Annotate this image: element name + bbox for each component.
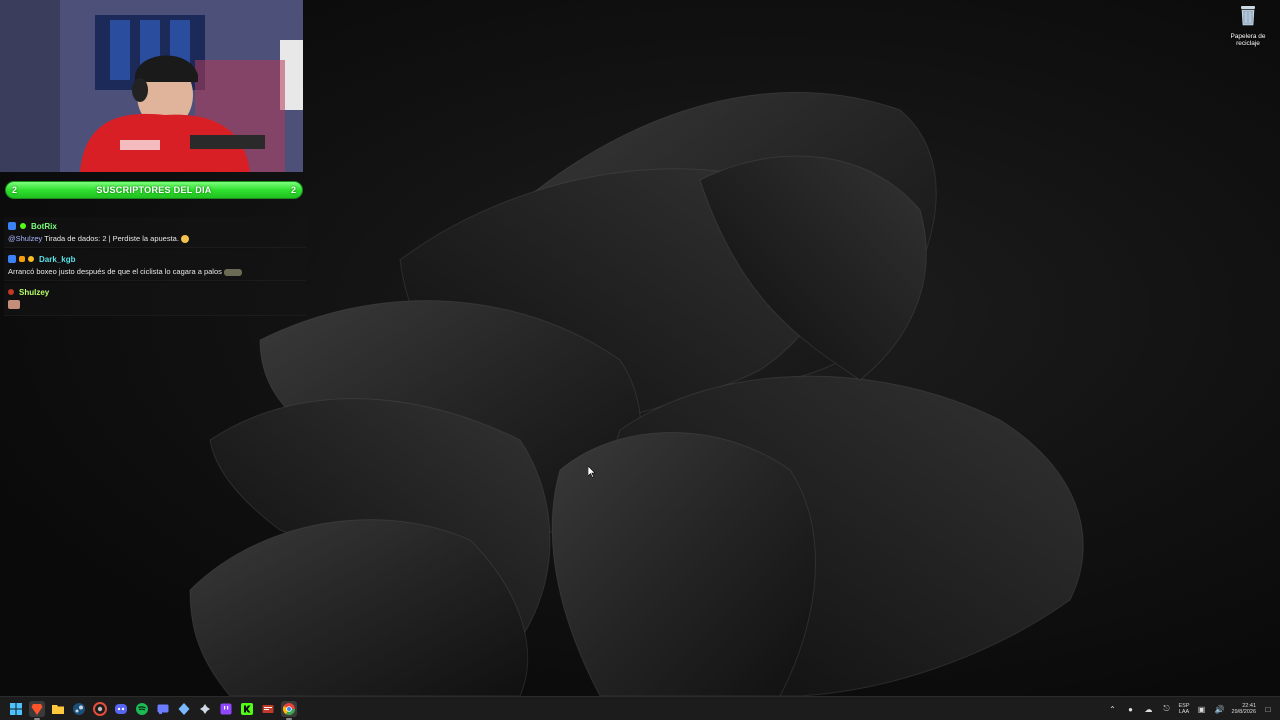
file-explorer-icon[interactable] xyxy=(50,701,66,717)
taskbar-apps xyxy=(0,700,297,720)
google-chrome-icon[interactable] xyxy=(281,700,297,720)
brave-icon[interactable] xyxy=(29,700,45,720)
microphone-icon[interactable]: ⎋ xyxy=(1161,703,1173,715)
emoji-badge-icon xyxy=(28,256,34,263)
volume-icon[interactable]: 🔊 xyxy=(1214,703,1226,715)
car-emote-icon xyxy=(223,268,242,276)
emote-icon xyxy=(180,235,189,244)
recycle-bin[interactable]: Papelera de reciclaje xyxy=(1224,4,1272,47)
chat-icon[interactable] xyxy=(155,701,171,717)
chat-username: Shulzey xyxy=(19,287,50,297)
chevron-up-icon[interactable]: ⌃ xyxy=(1107,703,1119,715)
subscriber-badge-icon xyxy=(8,255,16,264)
subscribers-of-the-day-bar: 2 SUSCRIPTORES DEL DIA 2 xyxy=(5,181,303,199)
notifications-icon[interactable]: □ xyxy=(1262,703,1274,715)
chat-mention: @Shulzey xyxy=(8,234,43,243)
vpn-icon[interactable] xyxy=(176,701,192,717)
chrome-like-icon[interactable] xyxy=(92,701,108,717)
chat-username: Dark_kgb xyxy=(39,254,76,264)
language-indicator[interactable]: ESP LAA xyxy=(1179,703,1190,715)
mouse-cursor-icon xyxy=(588,466,596,478)
spotify-icon[interactable] xyxy=(134,701,150,717)
controller-icon[interactable] xyxy=(197,701,213,717)
taskbar: ⌃ ● ☁ ⎋ ESP LAA ▣ 🔊 22:41 29/8/2026 □ xyxy=(0,696,1280,720)
chat-text: @Shulzey Tirada de dados: 2 | Perdiste l… xyxy=(8,234,302,244)
onedrive-icon[interactable]: ☁ xyxy=(1143,703,1155,715)
bot-badge-icon xyxy=(8,222,16,230)
chat-message: Dark_kgb Arrancó boxeo justo después de … xyxy=(4,250,306,282)
twitch-icon[interactable] xyxy=(218,701,234,717)
chat-overlay: BotRix @Shulzey Tirada de dados: 2 | Per… xyxy=(4,207,306,318)
sticker-emote-icon xyxy=(8,300,20,310)
discord-icon[interactable] xyxy=(113,701,129,717)
sub-bar-label: SUSCRIPTORES DEL DIA xyxy=(96,185,212,195)
user-badge-icon xyxy=(8,289,14,296)
recycle-bin-icon xyxy=(1241,6,1255,26)
kick-icon[interactable] xyxy=(239,701,255,717)
network-icon[interactable]: ▣ xyxy=(1196,703,1208,715)
webcam-overlay xyxy=(0,0,303,172)
chat-text: Arrancó boxeo justo después de que el ci… xyxy=(8,267,302,276)
chat-username: BotRix xyxy=(31,221,57,231)
system-tray: ⌃ ● ☁ ⎋ ESP LAA ▣ 🔊 22:41 29/8/2026 □ xyxy=(1107,697,1274,720)
chat-text xyxy=(8,300,302,311)
streamer-camera-feed xyxy=(0,0,303,172)
steam-icon[interactable] xyxy=(71,701,87,717)
sub-count-left: 2 xyxy=(12,185,18,195)
clock[interactable]: 22:41 29/8/2026 xyxy=(1232,703,1256,716)
chat-message: Shulzey xyxy=(4,283,306,317)
media-icon[interactable] xyxy=(260,701,276,717)
verified-badge-icon xyxy=(20,223,26,229)
start-icon[interactable] xyxy=(8,701,24,717)
chat-message: BotRix @Shulzey Tirada de dados: 2 | Per… xyxy=(4,217,306,249)
gift-badge-icon xyxy=(19,256,25,263)
recycle-bin-label: Papelera de reciclaje xyxy=(1230,33,1266,47)
sub-count-right: 2 xyxy=(290,185,296,195)
tray-app-icon[interactable]: ● xyxy=(1125,703,1137,715)
